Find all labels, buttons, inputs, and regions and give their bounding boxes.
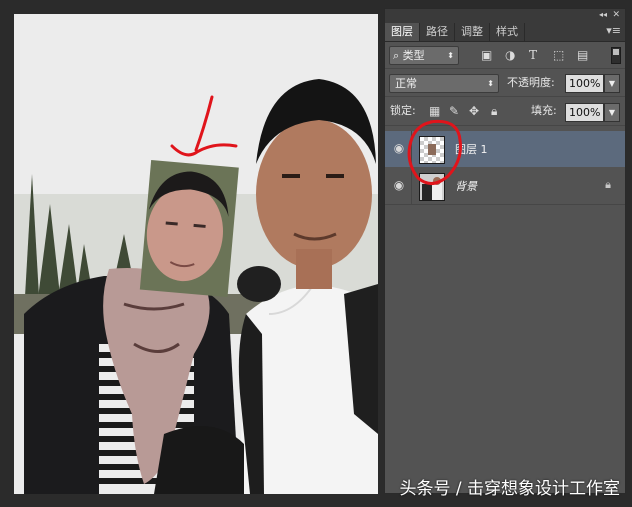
visibility-eye-icon[interactable]: ◉ [389,178,409,194]
collapse-panel-icon[interactable]: ◂◂ [599,9,607,21]
text-filter-icon[interactable]: T [529,47,537,63]
divider [411,131,412,167]
layers-panel: ◂◂ ✕ 图层 路径 调整 样式 ▾≡ ⌕ 类型 ⬍ ▣ ◑ T ⬚ ▤ 正常 … [384,8,626,494]
layer-row-background[interactable]: ◉ 背景 🔒︎ [385,168,625,205]
lock-all-icon[interactable]: 🔒︎ [491,103,497,119]
lock-fill-row: 锁定: ▦ ✎ ✥ 🔒︎ 填充: 100% ▼ [385,97,625,126]
layer-lock-icon[interactable]: 🔒︎ [605,178,611,192]
smart-object-filter-icon[interactable]: ▤ [577,47,588,63]
layer-filter-row: ⌕ 类型 ⬍ ▣ ◑ T ⬚ ▤ [385,42,625,69]
fill-dropdown-button[interactable]: ▼ [604,103,620,122]
panel-tab-bar: 图层 路径 调整 样式 ▾≡ [385,21,625,42]
tab-adjustments[interactable]: 调整 [455,23,490,41]
lock-label: 锁定: [390,104,416,117]
chevron-down-icon: ▼ [608,108,616,117]
panel-menu-icon[interactable]: ▾≡ [606,24,621,37]
divider [411,168,412,204]
blend-mode-dropdown[interactable]: 正常 ⬍ [389,74,499,93]
filter-toggle-switch[interactable] [611,47,621,64]
close-panel-icon[interactable]: ✕ [612,9,620,21]
layer-thumbnail[interactable] [419,173,445,201]
tab-layers[interactable]: 图层 [385,23,420,41]
visibility-eye-icon[interactable]: ◉ [389,141,409,157]
chevron-updown-icon: ⬍ [447,51,454,60]
tab-styles[interactable]: 样式 [490,23,525,41]
layers-list-empty-area[interactable] [385,205,625,493]
shape-filter-icon[interactable]: ⬚ [553,47,564,63]
opacity-dropdown-button[interactable]: ▼ [604,74,620,93]
chevron-updown-icon: ⬍ [487,79,494,88]
lock-image-pixels-brush-icon[interactable]: ✎ [449,103,459,119]
filter-kind-label: 类型 [402,49,425,62]
opacity-input[interactable]: 100% [565,74,604,93]
photo-image [14,14,378,494]
opacity-label: 不透明度: [507,76,555,89]
panel-title-bar[interactable]: ◂◂ ✕ [385,9,625,21]
lock-transparent-pixels-icon[interactable]: ▦ [429,103,440,119]
adjustment-filter-icon[interactable]: ◑ [505,47,515,63]
fill-input[interactable]: 100% [565,103,604,122]
layer-name[interactable]: 图层 1 [455,141,488,157]
watermark-text: 头条号 / 击穿想象设计工作室 [399,479,620,499]
layer-row-layer-1[interactable]: ◉ 图层 1 [385,131,625,167]
search-icon: ⌕ [393,49,400,62]
filter-kind-dropdown[interactable]: ⌕ 类型 ⬍ [389,46,459,65]
layer-thumbnail[interactable] [419,136,445,164]
fill-label: 填充: [531,104,557,117]
chevron-down-icon: ▼ [608,79,616,88]
lock-position-move-icon[interactable]: ✥ [469,103,479,119]
tab-paths[interactable]: 路径 [420,23,455,41]
document-canvas[interactable] [14,14,378,494]
image-filter-icon[interactable]: ▣ [481,47,492,63]
blend-opacity-row: 正常 ⬍ 不透明度: 100% ▼ [385,69,625,97]
blend-mode-label: 正常 [395,77,417,90]
layer-name[interactable]: 背景 [455,178,477,194]
